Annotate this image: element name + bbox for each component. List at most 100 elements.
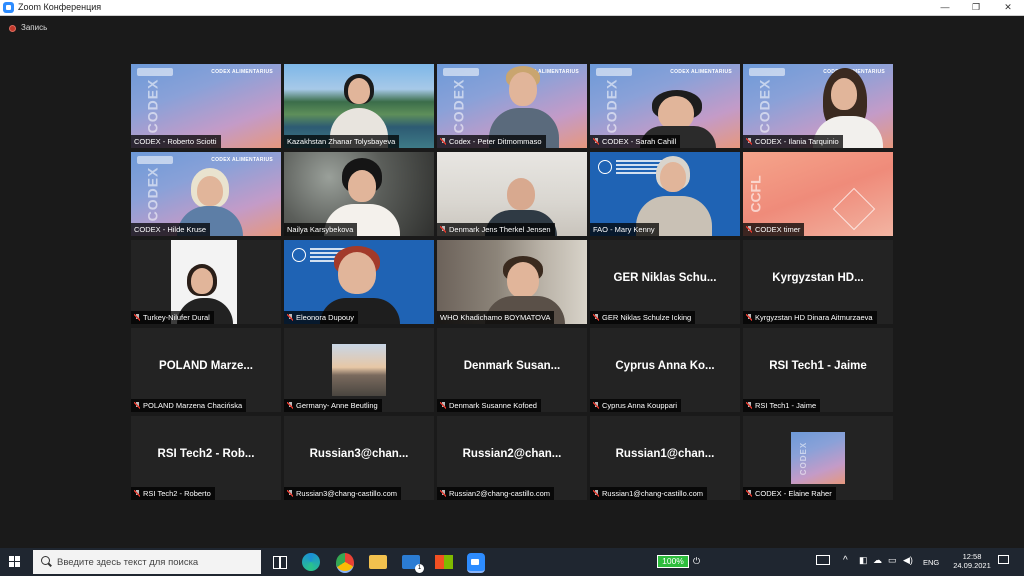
participant-display-name: Kyrgyzstan HD... — [772, 272, 864, 284]
participant-face — [197, 176, 223, 206]
taskbar-search[interactable] — [33, 550, 261, 574]
muted-mic-icon — [134, 490, 140, 497]
video-tile-marzena-chacinska[interactable]: POLAND Marze... POLAND Marzena Chacińska — [131, 328, 281, 412]
video-tile-mary-kenny[interactable]: FAO - Mary Kenny — [590, 152, 740, 236]
participant-name-label: Russian2@chang-castillo.com — [437, 487, 554, 500]
volume-icon[interactable]: ◀) — [903, 555, 913, 566]
participant-name-label: RSI Tech1 - Jaime — [743, 399, 821, 412]
video-tile-eleonora-dupouy[interactable]: Eleonora Dupouy — [284, 240, 434, 324]
video-tile-codex-timer[interactable]: CCFL CODEX timer — [743, 152, 893, 236]
security-icon[interactable]: ◧ — [859, 555, 868, 566]
fao-who-logos — [137, 68, 173, 76]
video-tile-russian3[interactable]: Russian3@chan... Russian3@chang-castillo… — [284, 416, 434, 500]
file-explorer-icon[interactable] — [369, 555, 387, 569]
muted-mic-icon — [746, 314, 752, 321]
window-title: Zoom Конференция — [18, 2, 102, 12]
language-indicator[interactable]: ENG — [923, 558, 939, 567]
video-tile-khadichamo-boymatova[interactable]: WHO Khadichamo BOYMATOVA — [437, 240, 587, 324]
notifications-icon[interactable] — [998, 555, 1009, 564]
participant-display-name: Russian2@chan... — [462, 448, 562, 460]
chrome-browser-icon[interactable] — [336, 553, 354, 573]
clock-time: 12:58 — [962, 552, 982, 561]
video-tile-russian2[interactable]: Russian2@chan... Russian2@chang-castillo… — [437, 416, 587, 500]
participant-display-name: POLAND Marze... — [159, 360, 253, 372]
participant-name-label: CODEX - Roberto Sciotti — [131, 135, 221, 148]
muted-mic-icon — [593, 138, 599, 145]
participant-name-label: Cyprus Anna Kouppari — [590, 399, 682, 412]
participant-name-label: CODEX - Elaine Raher — [743, 487, 836, 500]
video-tile-rsi-tech1-jaime[interactable]: RSI Tech1 - Jaime RSI Tech1 - Jaime — [743, 328, 893, 412]
battery-indicator[interactable]: 100% — [657, 555, 689, 568]
video-tile-anne-beutling[interactable]: Germany- Anne Beutling — [284, 328, 434, 412]
video-tile-ilania-tarquinio[interactable]: CODEX ALIMENTARIUSCODEX CODEX - Ilania T… — [743, 64, 893, 148]
video-tile-susanne-kofoed[interactable]: Denmark Susan... Denmark Susanne Kofoed — [437, 328, 587, 412]
windows-taskbar: 1 100% ⏻ ^ ◧ ☁ ▭ ◀) ENG 12:58 24.09.2021 — [0, 548, 1024, 576]
muted-mic-icon — [440, 138, 446, 145]
video-tile-nilufer-dural[interactable]: Turkey-Nilufer Dural — [131, 240, 281, 324]
video-tile-hilde-kruse[interactable]: CODEX ALIMENTARIUS CODEX CODEX - Hilde Kr… — [131, 152, 281, 236]
chevron-up-icon[interactable]: ^ — [843, 555, 848, 566]
minimize-button[interactable]: — — [930, 0, 960, 15]
cloud-icon[interactable]: ☁ — [873, 555, 882, 566]
video-tile-nailya-karsybekova[interactable]: Nailya Karsybekova — [284, 152, 434, 236]
participant-name-label: WHO Khadichamo BOYMATOVA — [437, 311, 555, 324]
participant-display-name: GER Niklas Schu... — [613, 272, 717, 284]
recording-label[interactable]: Запись — [21, 22, 47, 34]
zoom-taskbar-icon[interactable] — [467, 553, 485, 573]
fao-logo-icon — [292, 248, 306, 262]
participant-face — [509, 72, 537, 106]
recording-icon — [9, 25, 16, 32]
video-tile-russian1[interactable]: Russian1@chan... Russian1@chang-castillo… — [590, 416, 740, 500]
muted-mic-icon — [593, 314, 599, 321]
participant-display-name: RSI Tech1 - Jaime — [769, 360, 867, 372]
video-tile-peter-ditmommaso[interactable]: CODEX ALIMENTARIUS CODEX Codex - Peter Di… — [437, 64, 587, 148]
video-tile-niklas-schulze-icking[interactable]: GER Niklas Schu... GER Niklas Schulze Ic… — [590, 240, 740, 324]
participant-face — [831, 78, 857, 110]
clock[interactable]: 12:58 24.09.2021 — [952, 552, 992, 570]
search-icon — [41, 556, 50, 565]
maximize-button[interactable]: ❐ — [961, 0, 991, 15]
start-button[interactable] — [9, 556, 21, 568]
participant-face — [348, 78, 370, 104]
video-tile-sarah-cahill[interactable]: CODEX ALIMENTARIUS CODEX CODEX - Sarah Ca… — [590, 64, 740, 148]
keyboard-icon[interactable] — [816, 555, 830, 565]
edge-browser-icon[interactable] — [302, 553, 320, 571]
zoom-app-icon — [3, 2, 14, 13]
participant-name-label: GER Niklas Schulze Icking — [590, 311, 696, 324]
video-tile-anna-kouppari[interactable]: Cyprus Anna Ko... Cyprus Anna Kouppari — [590, 328, 740, 412]
video-tile-jens-therkel-jensen[interactable]: Denmark Jens Therkel Jensen — [437, 152, 587, 236]
participant-name-label: CODEX timer — [743, 223, 805, 236]
participant-face — [660, 162, 686, 192]
mail-icon[interactable]: 1 — [402, 555, 424, 573]
video-tile-elaine-raher[interactable]: CODEX CODEX - Elaine Raher — [743, 416, 893, 500]
participant-face — [191, 268, 213, 294]
windows-logo-icon — [9, 556, 14, 561]
task-view-icon[interactable] — [270, 553, 288, 571]
video-tile-zhanar-tolysbayeva[interactable]: Kazakhstan Zhanar Tolysbayeva — [284, 64, 434, 148]
close-button[interactable]: ✕ — [993, 0, 1023, 15]
notification-badge: 1 — [415, 564, 424, 573]
muted-mic-icon — [287, 490, 293, 497]
muted-mic-icon — [746, 138, 752, 145]
participant-name-label: Eleonora Dupouy — [284, 311, 358, 324]
profile-picture — [332, 344, 386, 396]
network-icon[interactable]: ▭ — [888, 555, 897, 566]
video-tile-rsi-tech2-roberto[interactable]: RSI Tech2 - Rob... RSI Tech2 - Roberto — [131, 416, 281, 500]
window-title-bar: Zoom Конференция — ❐ ✕ — [0, 0, 1024, 16]
participant-name-label: Russian1@chang-castillo.com — [590, 487, 707, 500]
muted-mic-icon — [134, 402, 140, 409]
clock-date: 24.09.2021 — [953, 561, 991, 570]
participant-face — [338, 252, 376, 294]
muted-mic-icon — [593, 490, 599, 497]
muted-mic-icon — [746, 490, 752, 497]
participant-name-label: Kyrgyzstan HD Dinara Aitmurzaeva — [743, 311, 877, 324]
participant-display-name: Cyprus Anna Ko... — [615, 360, 715, 372]
participant-face — [658, 96, 694, 130]
video-tile-dinara-aitmurzaeva[interactable]: Kyrgyzstan HD... Kyrgyzstan HD Dinara Ai… — [743, 240, 893, 324]
video-tile-roberto-sciotti[interactable]: CODEX ALIMENTARIUS CODEX CODEX - Roberto … — [131, 64, 281, 148]
taskbar-search-input[interactable] — [57, 554, 257, 570]
store-icon[interactable] — [435, 555, 453, 569]
participant-name-label: Nailya Karsybekova — [284, 223, 358, 236]
participant-face — [507, 262, 539, 298]
participant-name-label: CODEX - Ilania Tarquinio — [743, 135, 843, 148]
